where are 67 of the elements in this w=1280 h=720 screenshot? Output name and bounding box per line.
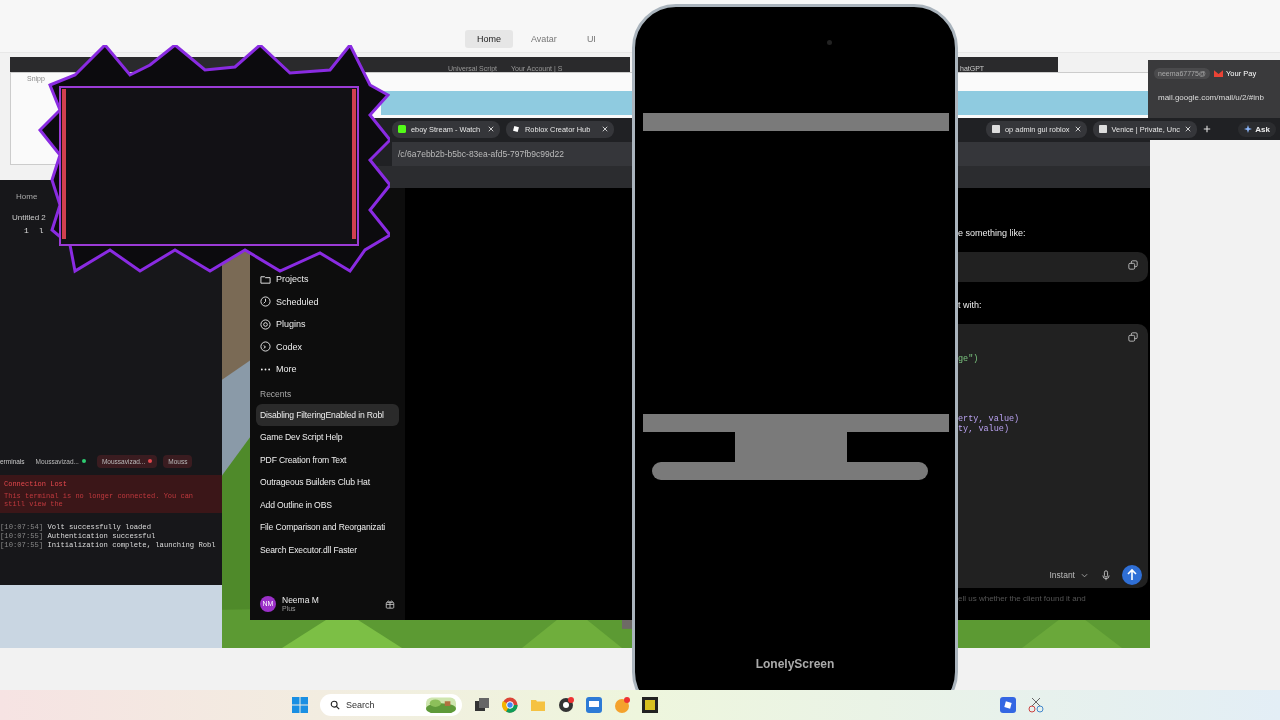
ask-button[interactable]: Ask (1238, 121, 1276, 137)
send-button[interactable] (1122, 565, 1142, 585)
chat-history-item[interactable]: PDF Creation from Text (256, 448, 399, 471)
film-app-icon[interactable] (642, 697, 658, 713)
new-tab-icon[interactable] (1203, 125, 1211, 133)
chat-text: t with: (958, 300, 983, 310)
chat-history-item[interactable]: Search Executor.dll Faster (256, 538, 399, 561)
item-label: More (276, 364, 297, 375)
app-name: LonelyScreen (754, 657, 836, 671)
game-app-icon[interactable] (1000, 697, 1016, 713)
close-icon[interactable] (602, 126, 608, 132)
clock-icon (260, 296, 271, 308)
chat-app-icon[interactable] (614, 697, 630, 713)
code-line: ty, value) (958, 424, 1010, 434)
address-bar[interactable]: mail.google.com/mail/u/2/#inb (1158, 93, 1280, 102)
chat-history-item[interactable]: Outrageous Builders Club Hat (256, 471, 399, 494)
code-line: ge") (958, 354, 980, 364)
tab-logo-icon (992, 125, 1000, 133)
folder-icon (260, 273, 271, 285)
sidebar-item[interactable]: Projects (260, 268, 399, 291)
terminal-icon (260, 341, 271, 353)
record-app-icon[interactable] (558, 697, 574, 713)
snipping-tool-icon[interactable] (1028, 697, 1044, 713)
home-link[interactable]: Home (16, 192, 38, 201)
task-view-icon[interactable] (474, 697, 490, 713)
search-icon (330, 700, 340, 710)
chat-history-item[interactable]: Disabling FilteringEnabled in Robl (256, 403, 399, 426)
close-icon[interactable] (488, 126, 494, 132)
sidebar-item[interactable]: More (260, 358, 399, 381)
monitor-app-icon[interactable] (586, 697, 602, 713)
studio-tab[interactable]: Home (465, 30, 513, 48)
chat-text: e something like: (958, 228, 1027, 238)
item-label: Plugins (276, 319, 306, 330)
sidebar-item[interactable]: Codex (260, 335, 399, 358)
tab-logo-icon (1098, 125, 1107, 133)
studio-tab[interactable]: Avatar (519, 30, 569, 48)
chat-history-item[interactable]: File Comparison and Reorganizati (256, 516, 399, 539)
copy-icon[interactable] (1128, 260, 1138, 270)
item-label: Projects (276, 274, 309, 285)
copy-icon[interactable] (1128, 332, 1138, 342)
close-icon[interactable] (1074, 126, 1081, 132)
sparkle-icon (1244, 125, 1253, 133)
tab-logo-icon (512, 125, 520, 133)
disclaimer-text: ell us whether the client found it and (958, 594, 1087, 603)
file-tab[interactable]: Untitled 2 (12, 213, 46, 222)
chevron-down-icon (1081, 572, 1088, 578)
close-icon[interactable] (1185, 126, 1191, 132)
item-label: Codex (276, 341, 302, 352)
studio-tab[interactable]: UI (574, 30, 608, 48)
chat-history-item[interactable]: Game Dev Script Help (256, 426, 399, 449)
camera-dot (827, 40, 832, 45)
code-line: l (38, 226, 44, 235)
sidebar-item[interactable]: Plugins (260, 313, 399, 336)
section-heading: Recents (260, 388, 293, 399)
user-name: Neema M (282, 595, 320, 605)
mail-icon (1214, 70, 1223, 77)
tab-logo-icon (398, 125, 406, 133)
sidebar-item[interactable]: Scheduled (260, 290, 399, 313)
line-number: 1 (24, 226, 29, 235)
chat-history-item[interactable]: Add Outline in OBS (256, 493, 399, 516)
item-label: Scheduled (276, 296, 319, 307)
gift-icon[interactable] (385, 598, 395, 609)
browser-icon[interactable] (502, 697, 518, 713)
code-line: erty, value) (958, 414, 1021, 424)
mode-dropdown[interactable]: Instant (1049, 570, 1075, 580)
at-sign-icon (260, 318, 271, 330)
microphone-icon[interactable] (1102, 569, 1110, 581)
